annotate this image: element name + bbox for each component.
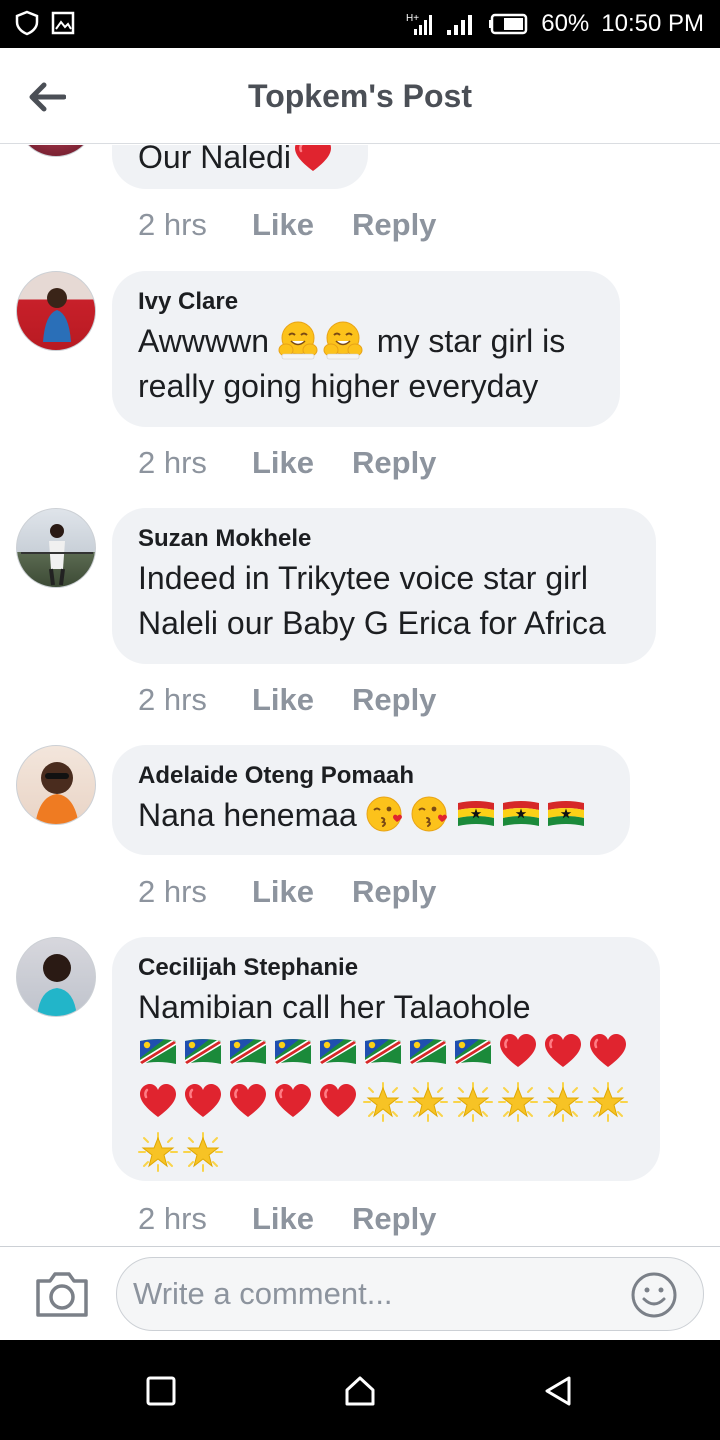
hugging-face-icon (278, 320, 318, 360)
red-heart-icon (228, 1082, 268, 1122)
avatar-photo (21, 524, 93, 586)
glowing-star-icon (498, 1082, 538, 1122)
flag-namibia-icon (228, 1032, 268, 1072)
avatar[interactable] (16, 145, 96, 157)
battery-icon (489, 13, 528, 35)
camera-icon[interactable] (34, 1269, 90, 1319)
comment-text: Indeed in Trikytee voice star girl Nalel… (138, 560, 606, 641)
red-heart-icon (588, 1032, 628, 1072)
comment-bubble: Cecilijah Stephanie Namibian call her Ta… (112, 937, 660, 1181)
flag-namibia-icon (318, 1032, 358, 1072)
glowing-star-icon (543, 1082, 583, 1122)
comment-text: Our Naledi (138, 145, 342, 180)
flag-ghana-icon (456, 794, 496, 834)
comment-time: 2 hrs (138, 874, 207, 909)
avatar[interactable] (16, 937, 96, 1017)
comment-actions: 2 hrs Like Reply (138, 1201, 436, 1237)
like-button[interactable]: Like (252, 874, 352, 910)
face-blowing-kiss-icon (366, 794, 406, 834)
glowing-star-icon (363, 1082, 403, 1122)
comment-author: Suzan Mokhele (138, 525, 312, 552)
like-button[interactable]: Like (252, 207, 352, 243)
flag-namibia-icon (453, 1032, 493, 1072)
glowing-star-icon (453, 1082, 493, 1122)
comment-text: Awwwwn my star girl is really going high… (138, 319, 594, 409)
glowing-star-icon (183, 1132, 223, 1172)
red-heart-icon (183, 1082, 223, 1122)
flag-namibia-icon (138, 1032, 178, 1072)
avatar-photo (43, 288, 71, 342)
red-heart-icon (138, 1082, 178, 1122)
comment-actions: 2 hrs Like Reply (138, 874, 436, 910)
comment-bubble: Adelaide Oteng Pomaah Nana henemaa (112, 745, 630, 855)
red-heart-icon (498, 1032, 538, 1072)
comment-input[interactable] (116, 1257, 704, 1331)
glowing-star-icon (588, 1082, 628, 1122)
comment-actions: 2 hrs Like Reply (138, 682, 436, 718)
smiley-icon[interactable] (630, 1271, 678, 1319)
status-bar: H+ 60% 10:50 PM (0, 0, 720, 48)
comment-actions: 2 hrs Like Reply (138, 445, 436, 481)
avatar[interactable] (16, 745, 96, 825)
like-button[interactable]: Like (252, 1201, 352, 1237)
reply-button[interactable]: Reply (352, 445, 436, 481)
red-heart-icon (318, 1082, 358, 1122)
flag-namibia-icon (183, 1032, 223, 1072)
header-bar: Topkem's Post (0, 48, 720, 144)
reply-button[interactable]: Reply (352, 1201, 436, 1237)
back-triangle-icon[interactable] (541, 1374, 575, 1408)
red-heart-icon (293, 145, 333, 176)
face-blowing-kiss-icon (411, 794, 451, 834)
svg-text:H+: H+ (406, 13, 419, 24)
flag-namibia-icon (363, 1032, 403, 1072)
comment-author: Cecilijah Stephanie (138, 954, 359, 981)
comment-author: Ivy Clare (138, 288, 239, 315)
flag-ghana-icon (546, 794, 586, 834)
image-icon (51, 11, 75, 35)
red-heart-icon (273, 1082, 313, 1122)
comment-time: 2 hrs (138, 682, 207, 717)
comment-bubble: Suzan Mokhele Indeed in Trikytee voice s… (112, 508, 656, 664)
glowing-star-icon (138, 1132, 178, 1172)
reply-button[interactable]: Reply (352, 207, 436, 243)
comment-author: Adelaide Oteng Pomaah (138, 762, 415, 789)
comment-time: 2 hrs (138, 207, 207, 242)
emoji-group (138, 1032, 634, 1182)
clock-time: 10:50 PM (601, 10, 704, 37)
sim-icon: H+ (406, 13, 433, 35)
comment-composer (0, 1246, 720, 1340)
like-button[interactable]: Like (252, 445, 352, 481)
comment-bubble: Ivy Clare Awwwwn my star girl is really … (112, 271, 620, 427)
comment-time: 2 hrs (138, 445, 207, 480)
flag-namibia-icon (273, 1032, 313, 1072)
flag-ghana-icon (501, 794, 541, 834)
flag-namibia-icon (408, 1032, 448, 1072)
battery-percent: 60% (541, 10, 590, 37)
system-nav-bar (0, 1340, 720, 1440)
signal-icon (447, 15, 473, 35)
comment-text: Namibian call her Talaohole (138, 989, 531, 1025)
reply-button[interactable]: Reply (352, 874, 436, 910)
square-icon[interactable] (144, 1374, 178, 1408)
comment-text: Nana henemaa (138, 793, 604, 838)
avatar[interactable] (16, 508, 96, 588)
glowing-star-icon (408, 1082, 448, 1122)
page-title: Topkem's Post (248, 78, 472, 114)
like-button[interactable]: Like (252, 682, 352, 718)
hugging-face-icon (323, 320, 363, 360)
reply-button[interactable]: Reply (352, 682, 436, 718)
comment-feed[interactable]: Our Naledi 2 hrs Like Reply Ivy Clare Aw… (0, 145, 720, 1246)
comment-time: 2 hrs (138, 1201, 207, 1236)
home-icon[interactable] (343, 1374, 377, 1408)
avatar[interactable] (16, 271, 96, 351)
avatar-photo (35, 762, 79, 824)
comment-actions: 2 hrs Like Reply (138, 207, 436, 243)
red-heart-icon (543, 1032, 583, 1072)
comment-bubble: Our Naledi (112, 145, 368, 189)
shield-icon (15, 10, 39, 36)
avatar-photo (37, 954, 77, 1016)
